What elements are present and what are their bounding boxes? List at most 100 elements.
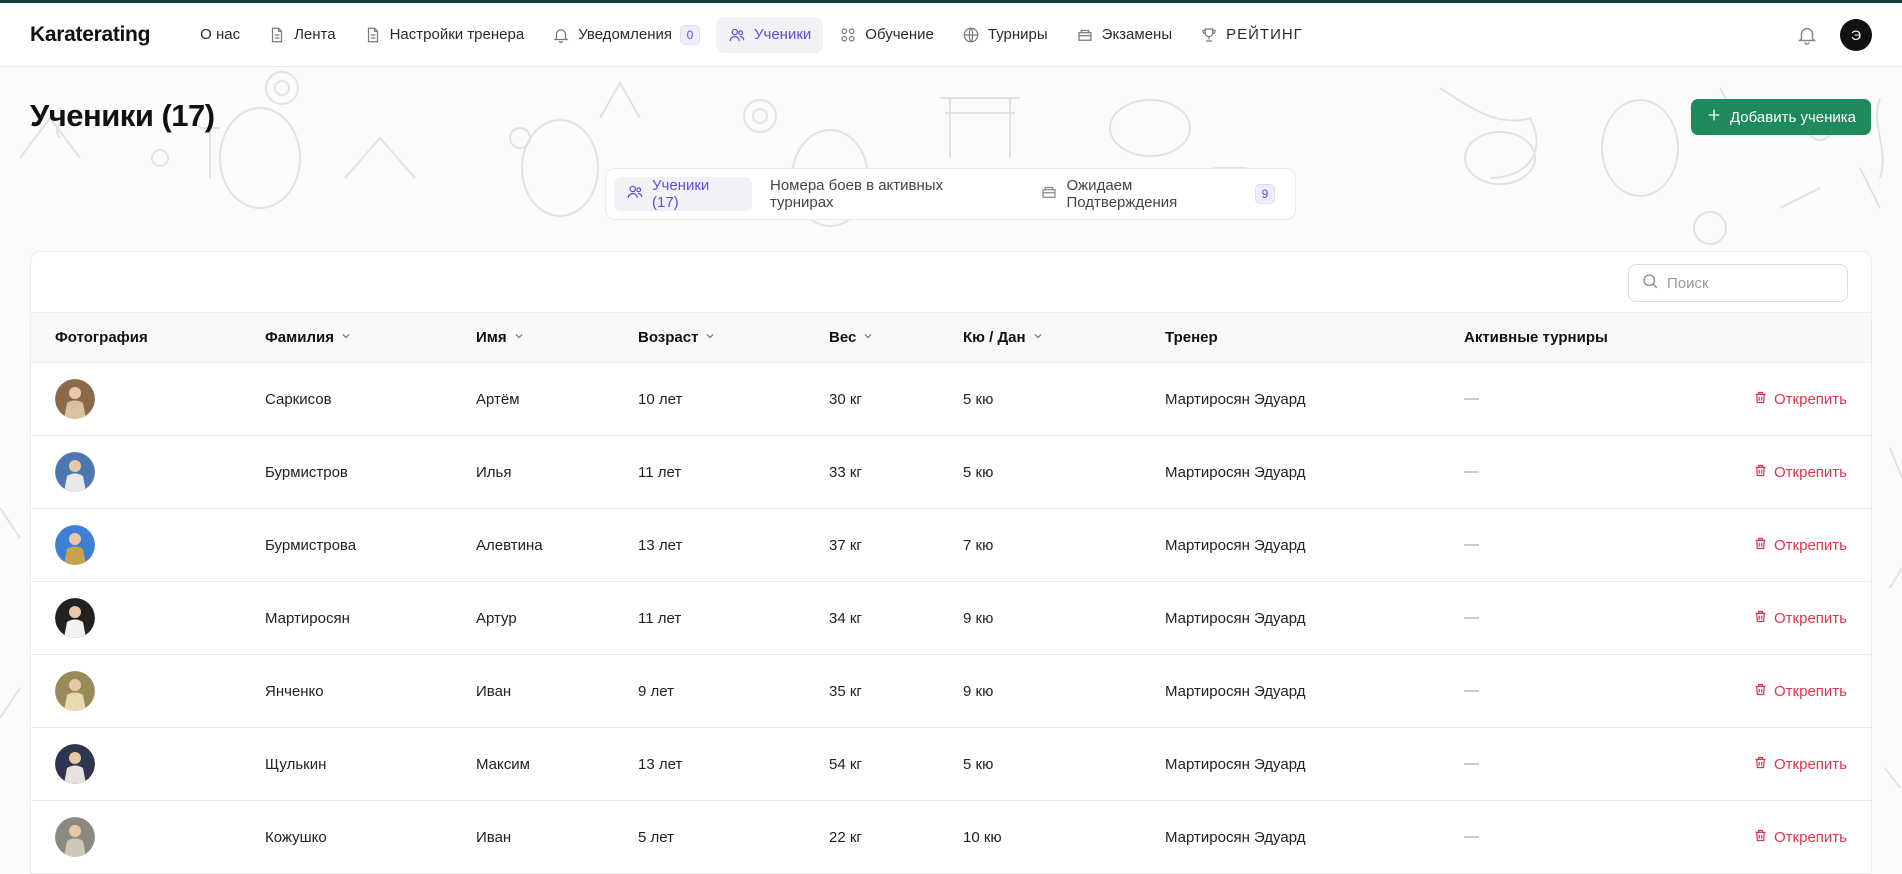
trophy-icon <box>1200 26 1218 44</box>
table-row[interactable]: Бурмистров Илья 11 лет 33 кг 5 кю Мартир… <box>31 436 1871 509</box>
unpin-label: Открепить <box>1774 463 1847 481</box>
student-photo[interactable] <box>55 525 95 565</box>
add-student-button[interactable]: Добавить ученика <box>1691 99 1871 135</box>
trash-icon <box>1753 828 1768 847</box>
unpin-label: Открепить <box>1774 536 1847 554</box>
trash-icon <box>1753 390 1768 409</box>
weight-cell: 37 кг <box>829 536 862 554</box>
surname-cell: Мартиросян <box>265 609 350 627</box>
nav-coach-settings[interactable]: Настройки тренера <box>352 17 537 53</box>
unpin-button[interactable]: Открепить <box>1753 390 1847 409</box>
student-photo[interactable] <box>55 744 95 784</box>
unpin-label: Открепить <box>1774 390 1847 408</box>
student-photo[interactable] <box>55 817 95 857</box>
tournaments-cell: — Открепить <box>1440 436 1871 509</box>
col-rank[interactable]: Кю / Дан <box>939 313 1141 363</box>
photo-cell <box>31 436 241 509</box>
unpin-button[interactable]: Открепить <box>1753 682 1847 701</box>
tab-students[interactable]: Ученики (17) <box>614 177 752 211</box>
search-box <box>1628 264 1848 302</box>
col-weight[interactable]: Вес <box>805 313 939 363</box>
tournaments-value: — <box>1464 608 1479 626</box>
nav-students-label: Ученики <box>753 26 812 43</box>
rank-cell: 5 кю <box>963 390 994 408</box>
nav-learning[interactable]: Обучение <box>827 17 946 53</box>
photo-cell <box>31 509 241 582</box>
student-photo[interactable] <box>55 452 95 492</box>
nav-notifications[interactable]: Уведомления 0 <box>540 17 712 53</box>
table-row[interactable]: Кожушко Иван 5 лет 22 кг 10 кю Мартирося… <box>31 801 1871 874</box>
table-row[interactable]: Янченко Иван 9 лет 35 кг 9 кю Мартиросян… <box>31 655 1871 728</box>
student-photo[interactable] <box>55 671 95 711</box>
col-name[interactable]: Имя <box>452 313 614 363</box>
rank-cell: 9 кю <box>963 609 994 627</box>
photo-cell <box>31 728 241 801</box>
page-title: Ученики (17) <box>30 98 215 133</box>
tournaments-cell: — Открепить <box>1440 801 1871 874</box>
tab-fight-numbers[interactable]: Номера боев в активных турнирах <box>758 177 1023 211</box>
tab-pending-confirmation[interactable]: Ожидаем Подтверждения 9 <box>1028 177 1287 211</box>
nav-feed[interactable]: Лента <box>256 17 348 53</box>
name-cell: Алевтина <box>476 536 543 554</box>
unpin-button[interactable]: Открепить <box>1753 463 1847 482</box>
nav-about[interactable]: О нас <box>188 17 252 53</box>
weight-cell: 54 кг <box>829 755 862 773</box>
age-cell: 13 лет <box>638 536 683 554</box>
unpin-button[interactable]: Открепить <box>1753 536 1847 555</box>
unpin-label: Открепить <box>1774 609 1847 627</box>
users-icon <box>626 183 644 205</box>
name-cell: Иван <box>476 828 512 846</box>
trash-icon <box>1753 463 1768 482</box>
plus-icon <box>1706 107 1722 127</box>
weight-cell: 34 кг <box>829 609 862 627</box>
rank-cell: 9 кю <box>963 682 994 700</box>
table-header-row: Фотография Фамилия Имя Возраст Вес Кю / … <box>31 312 1871 363</box>
table-row[interactable]: Щулькин Максим 13 лет 54 кг 5 кю Мартиро… <box>31 728 1871 801</box>
pending-count-badge: 9 <box>1255 184 1275 204</box>
unpin-button[interactable]: Открепить <box>1753 609 1847 628</box>
chevron-down-icon <box>862 329 874 346</box>
students-table-card: Фотография Фамилия Имя Возраст Вес Кю / … <box>30 251 1872 874</box>
surname-cell: Янченко <box>265 682 324 700</box>
coach-cell: Мартиросян Эдуард <box>1165 682 1306 700</box>
table-row[interactable]: Мартиросян Артур 11 лет 34 кг 9 кю Марти… <box>31 582 1871 655</box>
nav-coach-settings-label: Настройки тренера <box>389 26 525 43</box>
table-row[interactable]: Саркисов Артём 10 лет 30 кг 5 кю Мартиро… <box>31 363 1871 436</box>
student-photo[interactable] <box>55 379 95 419</box>
name-cell: Максим <box>476 755 530 773</box>
belt-icon <box>1076 26 1094 44</box>
unpin-button[interactable]: Открепить <box>1753 755 1847 774</box>
age-cell: 10 лет <box>638 390 683 408</box>
col-age[interactable]: Возраст <box>614 313 805 363</box>
rank-cell: 5 кю <box>963 463 994 481</box>
age-cell: 5 лет <box>638 828 674 846</box>
weight-cell: 35 кг <box>829 682 862 700</box>
nav-about-label: О нас <box>200 26 241 43</box>
search-input[interactable] <box>1667 274 1817 292</box>
tournaments-value: — <box>1464 389 1479 407</box>
col-surname[interactable]: Фамилия <box>241 313 452 363</box>
header-actions: Э <box>1796 18 1872 51</box>
globe-icon <box>962 26 980 44</box>
nav-students[interactable]: Ученики <box>715 16 824 53</box>
unpin-label: Открепить <box>1774 682 1847 700</box>
student-photo[interactable] <box>55 598 95 638</box>
table-row[interactable]: Бурмистрова Алевтина 13 лет 37 кг 7 кю М… <box>31 509 1871 582</box>
belt-icon <box>1040 183 1058 205</box>
name-cell: Артём <box>476 390 520 408</box>
unpin-button[interactable]: Открепить <box>1753 828 1847 847</box>
user-avatar[interactable]: Э <box>1840 18 1872 51</box>
rank-cell: 5 кю <box>963 755 994 773</box>
logo[interactable]: Karaterating <box>30 23 150 47</box>
nav-rating[interactable]: РЕЙТИНГ <box>1188 17 1315 53</box>
nav-tournaments[interactable]: Турниры <box>950 17 1060 53</box>
chevron-down-icon <box>704 329 716 346</box>
notifications-bell-icon[interactable] <box>1796 24 1818 46</box>
name-cell: Илья <box>476 463 512 481</box>
trash-icon <box>1753 682 1768 701</box>
nav-exams[interactable]: Экзамены <box>1064 17 1184 53</box>
coach-cell: Мартиросян Эдуард <box>1165 536 1306 554</box>
coach-cell: Мартиросян Эдуард <box>1165 390 1306 408</box>
users-icon <box>728 26 746 44</box>
nav-feed-label: Лента <box>294 26 336 43</box>
